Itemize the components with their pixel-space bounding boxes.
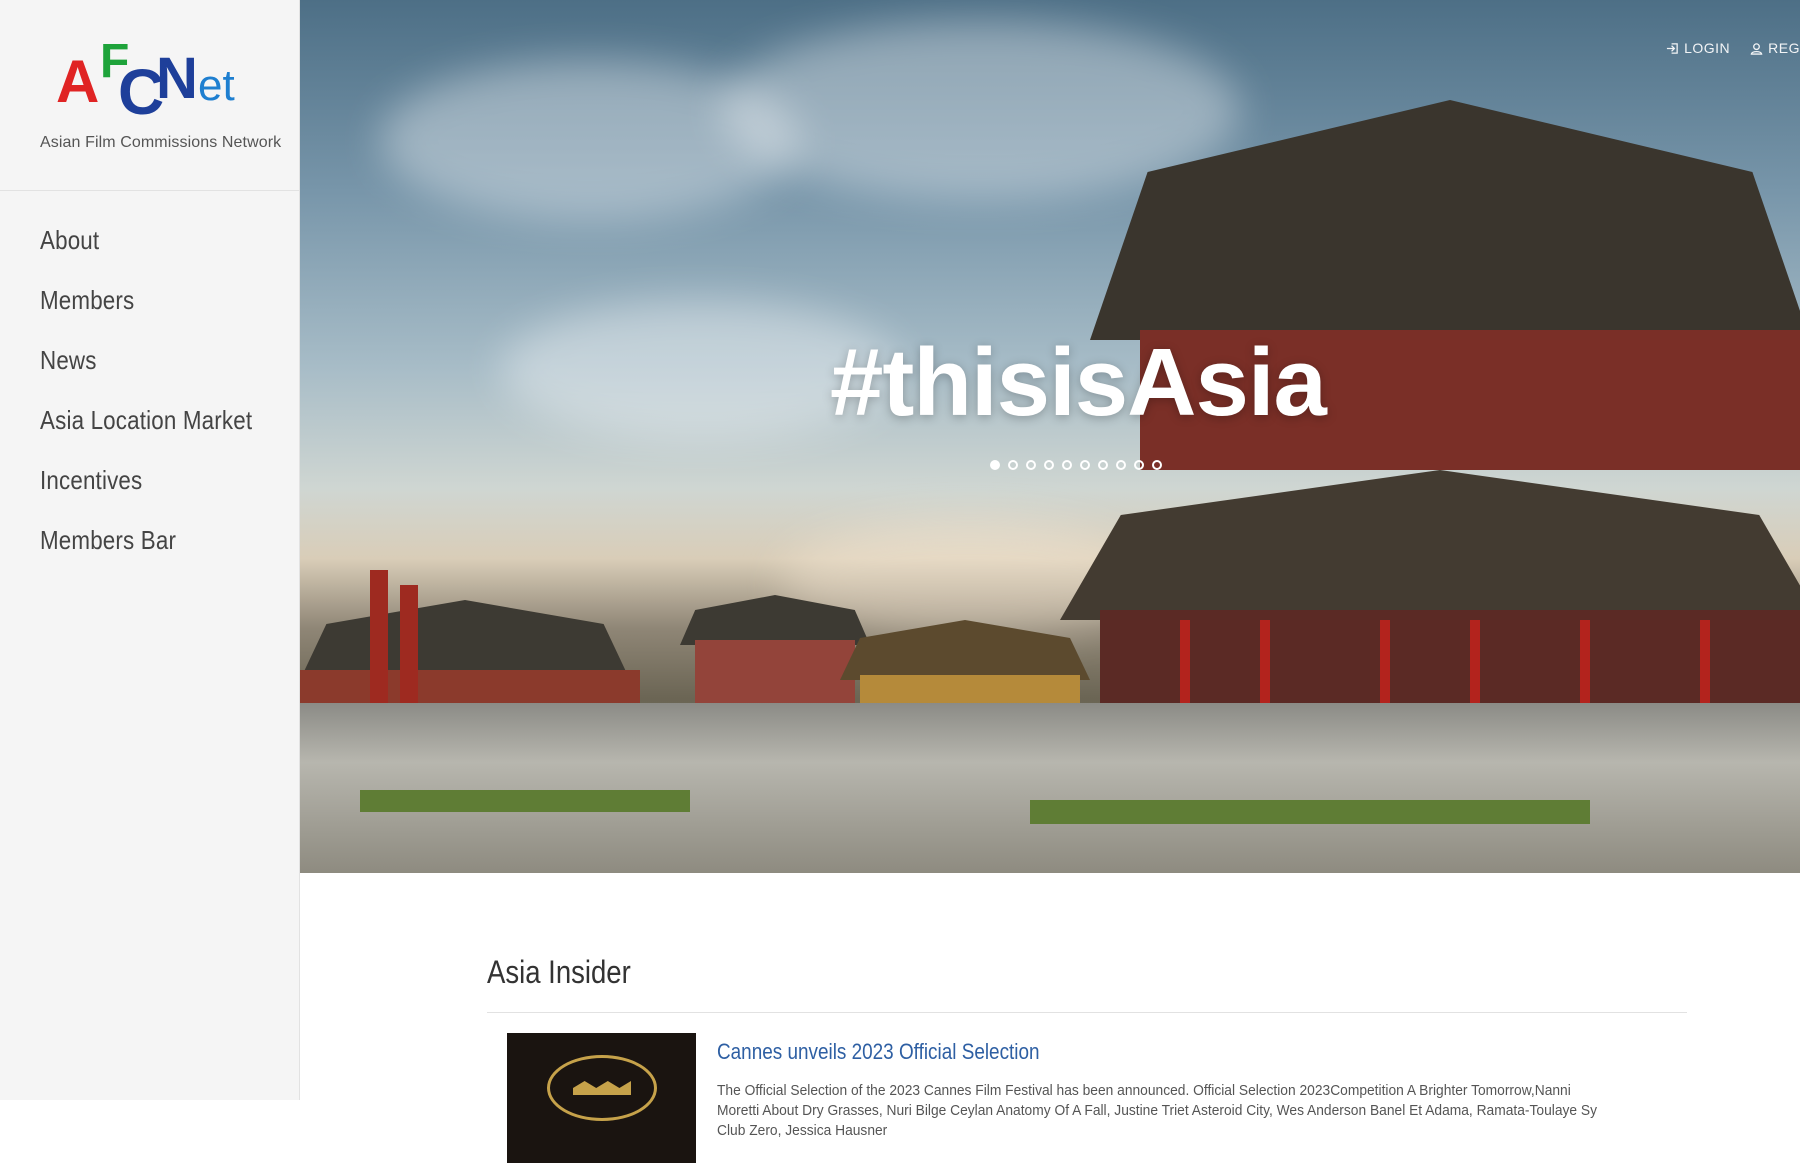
news-article: Cannes unveils 2023 Official Selection T…	[487, 1013, 1687, 1163]
article-excerpt: The Official Selection of the 2023 Canne…	[717, 1082, 1598, 1139]
login-label: LOGIN	[1684, 40, 1731, 56]
hero-banner: LOGIN REG #thisisAsia	[300, 0, 1800, 873]
nav-item-members[interactable]: Members	[40, 280, 252, 340]
logo-tagline: Asian Film Commissions Network	[40, 134, 282, 151]
main-nav: About Members News Asia Location Market …	[40, 220, 287, 580]
asia-insider-section: Asia Insider Cannes unveils 2023 Officia…	[487, 950, 1687, 1163]
slider-dot-9[interactable]	[1134, 460, 1144, 470]
courtyard-ground	[300, 703, 1800, 873]
logo-letter-a: A	[56, 48, 100, 115]
account-links: LOGIN REG	[1666, 40, 1800, 56]
slider-dot-6[interactable]	[1080, 460, 1090, 470]
grass-strip	[1030, 800, 1590, 824]
article-thumbnail[interactable]	[507, 1033, 696, 1163]
slider-dot-5[interactable]	[1062, 460, 1072, 470]
hero-title: #thisisAsia	[830, 329, 1327, 436]
article-title-link[interactable]: Cannes unveils 2023 Official Selection	[717, 1039, 1040, 1065]
user-icon	[1750, 42, 1763, 55]
logo-area: A F C N et Asian Film Commissions Networ…	[0, 0, 299, 191]
sidebar: A F C N et Asian Film Commissions Networ…	[0, 0, 300, 1100]
login-link[interactable]: LOGIN	[1666, 40, 1730, 56]
login-icon	[1667, 42, 1678, 54]
nav-item-members-bar[interactable]: Members Bar	[40, 520, 252, 580]
slider-dot-2[interactable]	[1008, 460, 1018, 470]
section-title: Asia Insider	[487, 954, 631, 990]
register-label: REG	[1768, 40, 1800, 56]
nav-item-about[interactable]: About	[40, 220, 252, 280]
grass-strip	[360, 790, 690, 812]
main-temple-lower-roof	[1060, 470, 1800, 620]
nav-item-news[interactable]: News	[40, 340, 252, 400]
slider-dot-1[interactable]	[990, 460, 1000, 470]
nav-item-asia-location-market[interactable]: Asia Location Market	[40, 400, 252, 460]
register-link[interactable]: REG	[1750, 40, 1800, 56]
nav-item-incentives[interactable]: Incentives	[40, 460, 252, 520]
temple-roof	[300, 600, 630, 680]
slider-dot-3[interactable]	[1026, 460, 1036, 470]
logo-letters-et: et	[198, 61, 235, 110]
slider-dot-10[interactable]	[1152, 460, 1162, 470]
slider-pagination	[990, 460, 1162, 470]
slider-dot-7[interactable]	[1098, 460, 1108, 470]
afcnet-logo[interactable]: A F C N et	[56, 38, 246, 128]
logo-letter-n: N	[156, 46, 198, 111]
slider-dot-4[interactable]	[1044, 460, 1054, 470]
slider-dot-8[interactable]	[1116, 460, 1126, 470]
